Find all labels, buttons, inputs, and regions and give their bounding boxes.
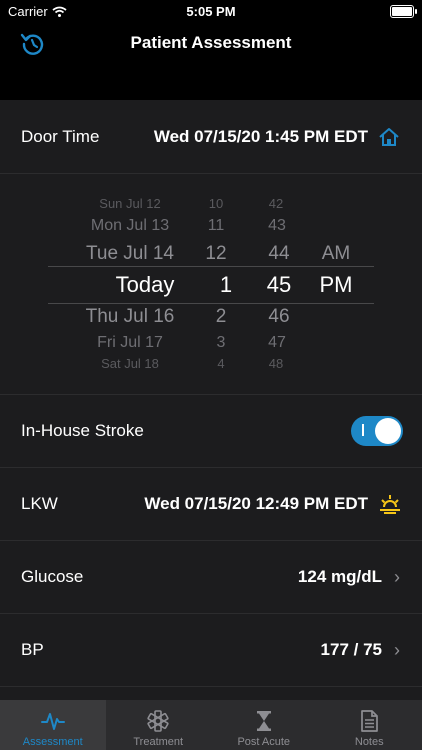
door-time-row[interactable]: Door Time Wed 07/15/20 1:45 PM EDT — [0, 100, 422, 174]
tab-post-acute-label: Post Acute — [237, 736, 291, 748]
in-house-stroke-label: In-House Stroke — [21, 420, 144, 440]
picker-minute-option[interactable]: 48 — [256, 356, 296, 371]
picker-minute-option[interactable]: 46 — [256, 306, 302, 328]
picker-day-option[interactable]: Fri Jul 17 — [70, 334, 190, 352]
picker-hour-option[interactable]: 3 — [196, 334, 246, 352]
picker-day-option[interactable]: Thu Jul 16 — [60, 306, 200, 328]
glucose-row[interactable]: Glucose 124 mg/dL › — [0, 541, 422, 614]
toggle-on-mark — [362, 424, 364, 436]
chevron-right-icon: › — [394, 639, 400, 660]
home-icon[interactable] — [378, 126, 400, 148]
picker-hour-option[interactable]: 4 — [196, 356, 246, 371]
picker-ampm-selected[interactable]: PM — [314, 272, 358, 298]
tab-assessment-label: Assessment — [22, 736, 83, 748]
lkw-label: LKW — [21, 494, 58, 513]
picker-minute-option[interactable]: 42 — [256, 196, 296, 211]
picker-hour-selected[interactable]: 1 — [196, 272, 256, 298]
chevron-right-icon: › — [394, 566, 400, 587]
bp-row[interactable]: BP 177 / 75 › — [0, 614, 422, 687]
picker-day-option[interactable]: Sat Jul 18 — [70, 356, 190, 371]
navigation-bar: Patient Assessment — [0, 24, 422, 64]
picker-minute-option[interactable]: 44 — [256, 243, 302, 265]
hourglass-icon — [256, 711, 271, 731]
door-time-value: Wed 07/15/20 1:45 PM EDT — [153, 126, 368, 146]
star-of-life-icon — [147, 710, 169, 732]
status-time: 5:05 PM — [186, 4, 236, 19]
tab-notes-label: Notes — [354, 736, 384, 748]
glucose-value: 124 mg/dL — [297, 567, 382, 586]
tab-bar: Assessment Treatment Post Acute Notes — [0, 700, 422, 750]
picker-minute-option[interactable]: 43 — [256, 217, 298, 235]
tab-assessment[interactable]: Assessment — [0, 700, 106, 750]
picker-ampm-option[interactable]: AM — [314, 243, 358, 265]
tab-treatment-label: Treatment — [133, 736, 184, 748]
toggle-knob — [375, 418, 401, 444]
lkw-value: Wed 07/15/20 12:49 PM EDT — [144, 494, 368, 513]
battery-icon — [390, 5, 417, 18]
door-time-label: Door Time — [21, 126, 100, 146]
lkw-row[interactable]: LKW Wed 07/15/20 12:49 PM EDT — [0, 468, 422, 541]
picker-day-option[interactable]: Mon Jul 13 — [70, 217, 190, 235]
pulse-icon — [40, 713, 65, 730]
picker-hour-option[interactable]: 2 — [196, 306, 246, 328]
date-time-picker[interactable]: Sun Jul 12 Mon Jul 13 Tue Jul 14 Today T… — [0, 174, 422, 395]
in-house-stroke-toggle[interactable] — [351, 416, 403, 446]
bp-label: BP — [21, 640, 44, 659]
picker-minute-selected[interactable]: 45 — [256, 272, 302, 298]
picker-hour-option[interactable]: 11 — [196, 217, 236, 235]
picker-minute-option[interactable]: 47 — [256, 334, 298, 352]
page-title: Patient Assessment — [130, 33, 292, 52]
tab-notes[interactable]: Notes — [317, 700, 422, 750]
assessment-form: Door Time Wed 07/15/20 1:45 PM EDT Sun J… — [0, 100, 422, 700]
tab-post-acute[interactable]: Post Acute — [211, 700, 317, 750]
picker-day-option[interactable]: Sun Jul 12 — [70, 196, 190, 211]
picker-hour-option[interactable]: 10 — [196, 196, 236, 211]
glucose-label: Glucose — [21, 567, 84, 586]
picker-hour-option[interactable]: 12 — [196, 243, 236, 265]
bp-value: 177 / 75 — [320, 640, 382, 659]
picker-day-option[interactable]: Tue Jul 14 — [60, 243, 200, 265]
status-bar: Carrier 5:05 PM — [0, 0, 422, 24]
sunrise-icon[interactable] — [378, 492, 402, 516]
in-house-stroke-row: In-House Stroke — [0, 394, 422, 468]
document-icon — [361, 710, 379, 732]
tab-treatment[interactable]: Treatment — [106, 700, 212, 750]
